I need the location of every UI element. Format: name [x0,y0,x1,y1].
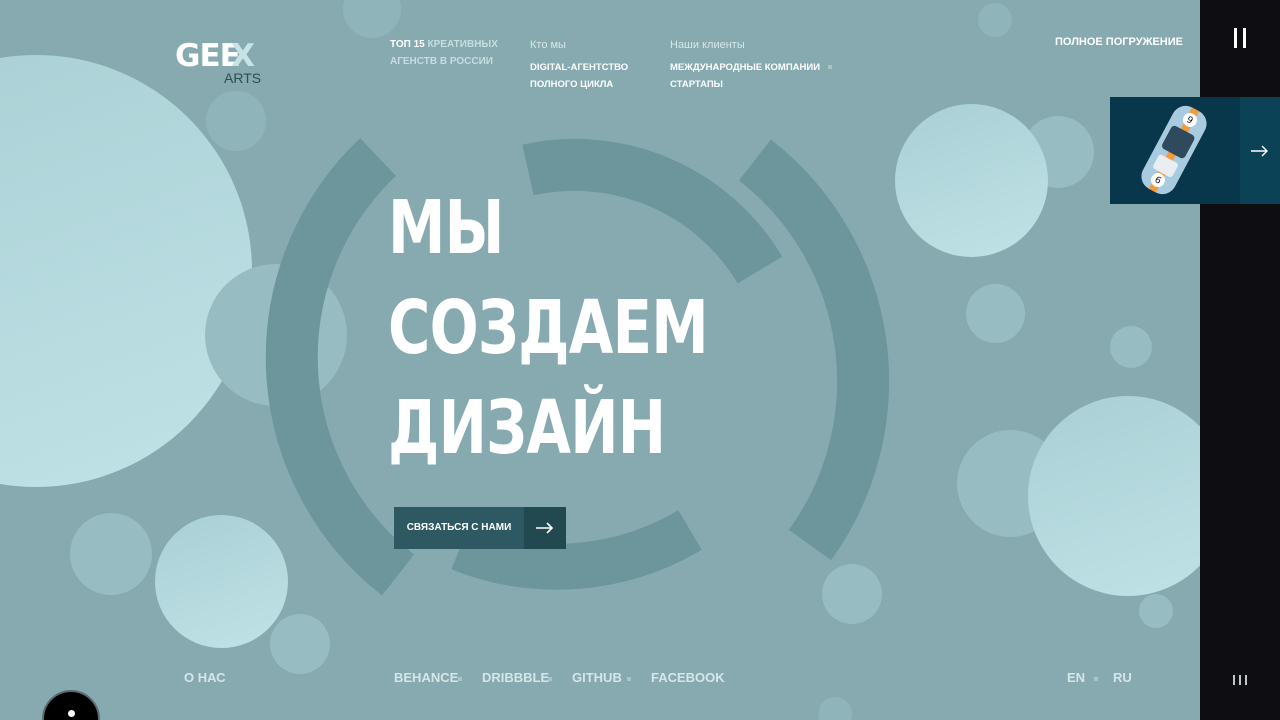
footer-github-link[interactable]: GITHUB [572,670,622,685]
arrow-right-icon [524,507,566,549]
footer-about-link[interactable]: О НАС [184,670,226,685]
our-clients: Наши клиенты МЕЖДУНАРОДНЫЕ КОМПАНИИ СТАР… [670,39,833,93]
lang-en-link[interactable]: EN [1067,670,1085,685]
footer-behance-link[interactable]: BEHANCE [394,670,458,685]
hero-heading: МЫ СОЗДАЕМ ДИЗАЙН [388,178,798,478]
logo-subtitle: ARTS [224,70,262,86]
scroll-dot-icon [68,710,75,717]
tagline: ТОП 15 КРЕАТИВНЫХ АГЕНСТВ В РОССИИ [390,36,498,70]
who-heading: Кто мы [530,39,566,51]
clients-heading: Наши клиенты [670,39,745,51]
tagline-line2: АГЕНСТВ В РОССИИ [390,56,493,67]
clients-line-2: СТАРТАПЫ [670,79,723,90]
separator-dot [548,677,552,681]
logo-x-mark: X [231,38,255,74]
arrow-right-icon[interactable] [1240,97,1280,204]
who-we-are: Кто мы DIGITAL-АГЕНТСТВО ПОЛНОГО ЦИКЛА [530,39,628,93]
project-card[interactable]: 9 6 [1110,97,1280,204]
who-line-1: DIGITAL-АГЕНТСТВО [530,62,629,73]
separator-dot [458,677,462,681]
immersion-link[interactable]: ПОЛНОЕ ПОГРУЖЕНИЕ [1055,36,1183,48]
contact-us-button[interactable]: СВЯЗАТЬСЯ С НАМИ [394,507,566,549]
tagline-highlight: ТОП 15 [390,39,425,50]
hero-line-3: ДИЗАЙН [388,385,666,471]
contact-us-label: СВЯЗАТЬСЯ С НАМИ [406,522,512,533]
who-line-2: ПОЛНОГО ЦИКЛА [530,79,614,90]
audio-bars-icon[interactable] [1232,675,1248,687]
race-car-image: 9 6 [1110,97,1240,204]
separator-dot [627,677,631,681]
logo[interactable]: GEE X ARTS [175,38,265,88]
tagline-rest: КРЕАТИВНЫХ [424,39,498,50]
footer-facebook-link[interactable]: FACEBOOK [651,670,725,685]
clients-line-1: МЕЖДУНАРОДНЫЕ КОМПАНИИ [670,62,821,73]
hero-line-2: СОЗДАЕМ [388,285,709,371]
separator-dot [1094,677,1098,681]
footer-dribbble-link[interactable]: DRIBBBLE [482,670,549,685]
pause-icon[interactable] [1232,28,1248,48]
separator-dot [828,65,833,70]
hero-stage: GEE X ARTS ТОП 15 КРЕАТИВНЫХ АГЕНСТВ В Р… [0,0,1200,720]
lang-ru-link[interactable]: RU [1113,670,1132,685]
hero-line-1: МЫ [388,185,504,271]
